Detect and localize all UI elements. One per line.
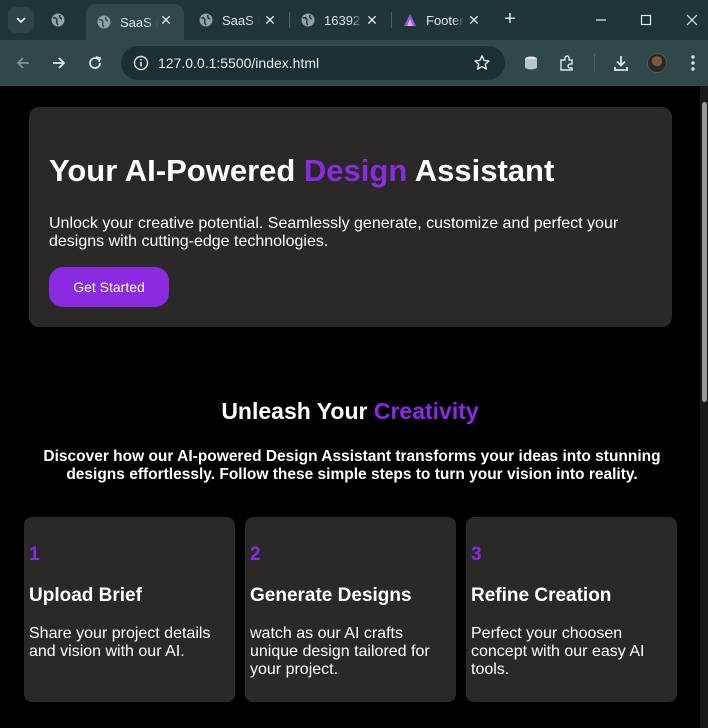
step-title: Refine Creation [471, 585, 612, 606]
close-icon[interactable]: ✕ [466, 12, 482, 28]
step-number: 1 [29, 544, 40, 565]
get-started-button[interactable]: Get Started [49, 267, 169, 307]
step-card: 3 Refine Creation Perfect your choosen c… [466, 517, 677, 702]
hero-card: Your AI-Powered Design Assistant Unlock … [29, 107, 672, 327]
address-bar[interactable]: 127.0.0.1:5500/index.html [121, 46, 505, 80]
section-title-text: Unleash Your [221, 398, 374, 424]
database-icon [525, 56, 537, 70]
url-text[interactable]: 127.0.0.1:5500/index.html [158, 55, 319, 71]
puzzle-icon [560, 55, 573, 71]
step-number: 2 [250, 544, 261, 565]
hero-title-text: Your AI-Powered [49, 153, 304, 188]
arrow-right-icon [53, 57, 66, 69]
tab-saas-landing[interactable]: SaaS Landing ✕ [198, 0, 288, 40]
tab-163923[interactable]: 163923 ✕ [300, 0, 390, 40]
close-window-button[interactable] [680, 8, 704, 32]
maximize-button[interactable] [634, 8, 658, 32]
close-icon[interactable]: ✕ [158, 12, 174, 28]
step-text: Perfect your choosen concept with our ea… [471, 625, 645, 678]
globe-icon [198, 12, 214, 28]
toolbar-separator [594, 54, 595, 72]
tab-separator [289, 12, 290, 28]
hero-title-accent: Design [303, 153, 408, 188]
back-button[interactable] [12, 52, 34, 74]
globe-icon [96, 14, 112, 30]
section-title-accent: Creativity [373, 398, 479, 424]
tab-title: 163923 [324, 12, 362, 28]
tab-separator [391, 12, 392, 28]
hero-title-text-end: Assistant [407, 153, 555, 188]
site-info-icon[interactable] [133, 55, 149, 71]
bookmark-star-icon[interactable] [473, 54, 491, 72]
browser-toolbar: 127.0.0.1:5500/index.html [0, 40, 708, 86]
tab-footer[interactable]: Footer ✕ [402, 0, 492, 40]
close-icon[interactable]: ✕ [364, 12, 380, 28]
reload-icon [89, 56, 102, 69]
section-title: Unleash Your Creativity [0, 398, 700, 425]
hero-title: Your AI-Powered Design Assistant [49, 153, 554, 189]
maximize-icon [640, 14, 652, 26]
downloads-button[interactable] [610, 52, 632, 74]
profile-avatar[interactable] [647, 53, 667, 73]
tab-title: SaaS Landing [120, 14, 158, 30]
arrow-left-icon [16, 57, 29, 69]
minimize-icon [596, 19, 606, 21]
close-icon[interactable]: ✕ [262, 12, 278, 28]
globe-icon [300, 12, 316, 28]
section-description: Discover how our AI-powered Design Assis… [43, 448, 661, 483]
forward-button[interactable] [48, 52, 70, 74]
page-viewport: Your AI-Powered Design Assistant Unlock … [0, 86, 700, 728]
step-card: 1 Upload Brief Share your project detail… [24, 517, 235, 702]
app-icon [402, 12, 418, 28]
browser-menu-button[interactable] [682, 52, 704, 74]
step-card: 2 Generate Designs watch as our AI craft… [245, 517, 456, 702]
globe-icon [50, 12, 66, 28]
tab-strip: SaaS Landing ✕ SaaS Landing ✕ 163923 ✕ F… [0, 0, 708, 40]
close-icon [686, 14, 698, 26]
step-text: watch as our AI crafts unique design tai… [250, 625, 430, 678]
step-number: 3 [471, 544, 482, 565]
hero-description: Unlock your creative potential. Seamless… [49, 215, 619, 250]
minimize-button[interactable] [589, 8, 613, 32]
step-text: Share your project details and vision wi… [29, 625, 211, 660]
tab-saas-landing-active[interactable]: SaaS Landing ✕ [86, 4, 184, 40]
tab-search-button[interactable] [8, 7, 34, 33]
tab-pinned[interactable] [50, 0, 72, 40]
step-title: Upload Brief [29, 585, 142, 606]
more-vertical-icon [691, 55, 695, 71]
tab-title: Footer [426, 12, 464, 28]
tab-title: SaaS Landing [222, 12, 260, 28]
download-icon [614, 56, 628, 71]
extensions-menu-button[interactable] [556, 52, 578, 74]
new-tab-button[interactable]: + [500, 9, 520, 30]
reload-button[interactable] [84, 52, 106, 74]
extension-button[interactable] [520, 52, 542, 74]
scrollbar-thumb[interactable] [702, 102, 707, 402]
chevron-down-icon [16, 17, 26, 24]
step-title: Generate Designs [250, 585, 412, 606]
